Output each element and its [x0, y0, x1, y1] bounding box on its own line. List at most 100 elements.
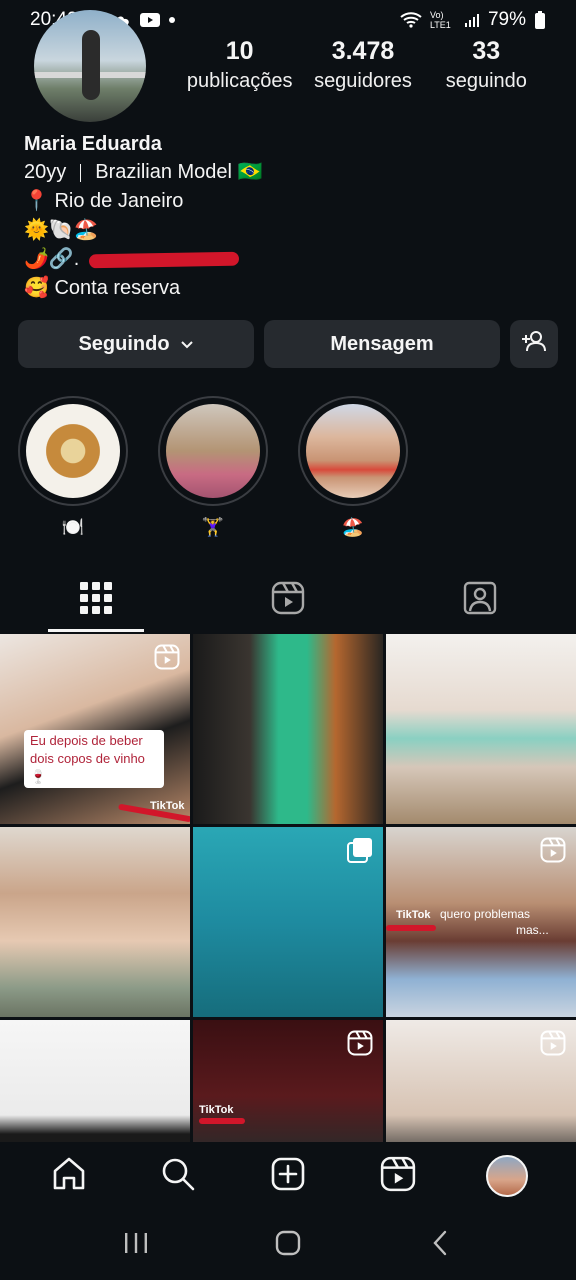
highlight-cover — [26, 404, 120, 498]
recents-icon — [123, 1231, 149, 1260]
stat-posts[interactable]: 10 publicações — [178, 34, 301, 93]
post-tile[interactable]: TikTok quero problemas mas... — [386, 827, 576, 1017]
post-tile[interactable] — [386, 634, 576, 824]
post-overlay-text-2: mas... — [516, 923, 549, 937]
youtube-icon — [139, 13, 160, 27]
reel-icon — [540, 837, 566, 868]
tiktok-watermark: TikTok — [199, 1104, 234, 1116]
tab-tagged[interactable] — [384, 568, 576, 632]
bottom-navigation — [0, 1142, 576, 1210]
avatar-photo-figure — [82, 30, 100, 100]
highlight-cover — [166, 404, 260, 498]
stat-posts-label: publicações — [186, 70, 293, 92]
following-button-label: Seguindo — [78, 332, 170, 355]
tab-grid[interactable] — [0, 568, 192, 632]
profile-stats: 10 publicações 3.478 seguidores 33 segui… — [178, 34, 548, 93]
message-button[interactable]: Mensagem — [264, 320, 500, 368]
post-overlay-text: quero problemas — [440, 907, 531, 921]
bio-link-prefix: 🌶️🔗. — [24, 248, 80, 270]
carousel-icon — [347, 837, 373, 868]
bio-age: 20yy — [24, 161, 67, 183]
search-icon — [160, 1156, 196, 1197]
stat-followers-label: seguidores — [314, 70, 412, 92]
highlight-ring — [298, 396, 408, 506]
status-right: Vo) LTE1 79% — [400, 9, 546, 31]
highlight-food[interactable]: 🍽️ — [18, 396, 128, 538]
post-tile[interactable] — [0, 827, 190, 1017]
bio-line-emojis: 🌞🐚🏖️ — [24, 219, 99, 241]
battery-icon — [534, 11, 546, 29]
highlight-ring — [18, 396, 128, 506]
nav-home[interactable] — [40, 1147, 98, 1205]
profile-actions: Seguindo Mensagem — [18, 320, 558, 368]
stat-following-value: 33 — [472, 37, 501, 65]
profile-tabs — [0, 568, 576, 632]
highlight-gym[interactable]: 🏋️‍♀️ — [158, 396, 268, 538]
grid-icon — [80, 581, 112, 619]
bio-line-location: 📍 Rio de Janeiro — [24, 190, 184, 212]
stat-following-label: seguindo — [445, 70, 527, 92]
post-tile[interactable] — [386, 1020, 576, 1142]
profile-avatar[interactable] — [34, 10, 146, 122]
message-button-label: Mensagem — [330, 332, 434, 355]
post-tile[interactable] — [193, 634, 383, 824]
create-icon — [270, 1156, 306, 1197]
signal-icon — [464, 12, 480, 28]
story-highlights: 🍽️ 🏋️‍♀️ 🏖️ — [18, 396, 408, 538]
post-tile[interactable]: Eu depois de beber dois copos de vinho 🍷… — [0, 634, 190, 824]
post-tile[interactable]: TikTok — [193, 1020, 383, 1142]
stat-posts-value: 10 — [225, 37, 254, 65]
reel-icon — [347, 1030, 373, 1061]
tagged-icon — [463, 581, 497, 620]
system-home-button[interactable] — [258, 1215, 318, 1275]
profile-avatar — [486, 1155, 529, 1197]
chevron-down-icon — [180, 333, 194, 356]
highlight-label: 🏖️ — [341, 517, 365, 537]
notification-dot-icon — [168, 16, 176, 24]
stat-following[interactable]: 33 seguindo — [425, 34, 548, 93]
tiktok-watermark: TikTok — [396, 909, 431, 921]
highlight-cover — [306, 404, 400, 498]
post-caption: Eu depois de beber dois copos de vinho 🍷 — [24, 730, 164, 788]
home-icon — [51, 1156, 87, 1197]
suggest-users-button[interactable] — [510, 320, 558, 368]
highlight-beach[interactable]: 🏖️ — [298, 396, 408, 538]
bio-line-backup: 🥰 Conta reserva — [24, 277, 181, 299]
wifi-icon — [400, 12, 422, 28]
post-tile[interactable] — [0, 1020, 190, 1142]
bio-divider — [80, 163, 82, 182]
system-navigation — [0, 1210, 576, 1280]
back-button[interactable] — [410, 1215, 470, 1275]
bio-line-1: 20yy Brazilian Model 🇧🇷 — [24, 158, 544, 187]
reels-icon — [380, 1156, 416, 1197]
network-label: Vo) LTE1 — [429, 10, 451, 30]
post-tile[interactable] — [193, 827, 383, 1017]
nav-profile[interactable] — [478, 1147, 536, 1205]
reel-icon — [540, 1030, 566, 1061]
home-circle-icon — [275, 1230, 301, 1261]
nav-reels[interactable] — [369, 1147, 427, 1205]
stat-followers[interactable]: 3.478 seguidores — [301, 34, 424, 93]
highlight-label: 🏋️‍♀️ — [201, 517, 225, 537]
highlight-label: 🍽️ — [61, 517, 85, 537]
battery-percent: 79% — [487, 9, 526, 30]
add-person-icon — [521, 330, 547, 358]
redaction-mark — [89, 251, 240, 268]
nav-create[interactable] — [259, 1147, 317, 1205]
nav-search[interactable] — [149, 1147, 207, 1205]
highlight-ring — [158, 396, 268, 506]
bio-title: Brazilian Model 🇧🇷 — [95, 161, 263, 183]
posts-grid: Eu depois de beber dois copos de vinho 🍷… — [0, 634, 576, 1142]
redaction-mark — [386, 925, 436, 931]
tab-reels[interactable] — [192, 568, 384, 632]
profile-bio: Maria Eduarda 20yy Brazilian Model 🇧🇷 📍 … — [24, 130, 544, 303]
recents-button[interactable] — [106, 1215, 166, 1275]
reel-icon — [154, 644, 180, 675]
profile-name: Maria Eduarda — [24, 133, 162, 155]
bio-line-link: 🌶️🔗. — [24, 245, 544, 274]
reels-icon — [271, 581, 305, 620]
redaction-mark — [199, 1118, 245, 1124]
following-button[interactable]: Seguindo — [18, 320, 254, 368]
back-icon — [430, 1230, 450, 1261]
stat-followers-value: 3.478 — [331, 37, 395, 65]
